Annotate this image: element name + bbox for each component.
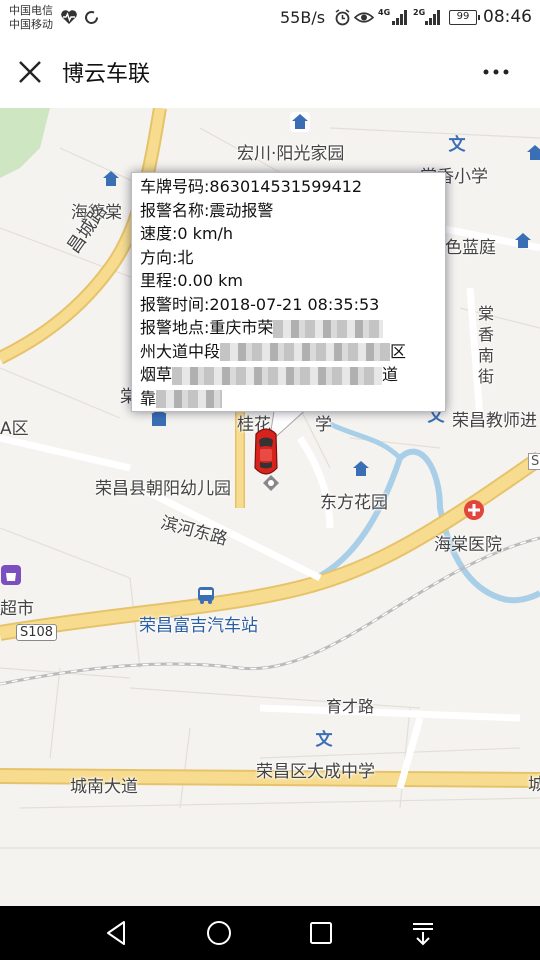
home-poi-icon[interactable] (350, 458, 372, 480)
carrier-1: 中国电信 (9, 4, 53, 17)
svg-text:文: 文 (449, 134, 467, 155)
home-icon[interactable] (204, 918, 234, 948)
row-mileage: 里程:0.00 km (140, 269, 445, 293)
alarm-time-value: 2018-07-21 08:35:53 (209, 294, 380, 314)
address-line-3-end: 道 (382, 365, 399, 384)
map-label-hospital: 海棠医院 (434, 535, 502, 555)
redacted-blur (172, 366, 383, 385)
carrier-2: 中国移动 (9, 18, 53, 31)
map-label-tangxiang-street: 棠香南街 (478, 304, 495, 386)
alarm-clock-icon (335, 9, 350, 26)
mileage-label: 里程: (140, 271, 178, 290)
sync-icon (85, 11, 98, 24)
map-label-xue: 学 (315, 415, 332, 435)
speed-value: 0 km/h (177, 224, 234, 243)
battery-level: 99 (456, 11, 470, 22)
row-address-3: 烟草 道 (140, 363, 445, 387)
map-label-s-right: S (528, 453, 540, 470)
clock: 08:46 (483, 7, 532, 27)
speed-label: 速度: (140, 224, 178, 243)
alarm-time-label: 报警时间: (140, 294, 210, 314)
notification-pull-down-icon[interactable] (408, 918, 438, 948)
map-label-hongchuan: 宏川·阳光家园 (237, 144, 345, 164)
plate-value: 863014531599412 (209, 177, 363, 196)
hospital-poi-icon[interactable] (463, 499, 485, 521)
car-marker-icon[interactable] (250, 424, 282, 480)
map-label-yucai-road: 育才路 (326, 697, 375, 716)
row-alarm-name: 报警名称:震动报警 (140, 199, 445, 223)
address-line-4-start: 靠 (140, 388, 157, 408)
address-line-2-start: 州大道中段 (140, 341, 221, 361)
more-icon[interactable] (478, 62, 514, 82)
system-nav-bar (0, 906, 540, 960)
redacted-blur (156, 390, 223, 408)
shopping-poi-icon[interactable] (0, 564, 22, 586)
network-speed: 55B/s (280, 8, 326, 27)
map-label-dacheng-school: 荣昌区大成中学 (256, 762, 375, 782)
eye-icon (354, 12, 374, 23)
school-poi-icon[interactable]: 文 (446, 133, 468, 155)
alarm-info-popup[interactable]: 车牌号码:863014531599412 报警名称:震动报警 速度:0 km/h… (131, 172, 446, 412)
page-title: 博云车联 (62, 62, 151, 87)
row-alarm-time: 报警时间:2018-07-21 08:35:53 (140, 293, 445, 317)
battery-icon: 99 (449, 10, 480, 25)
row-speed: 速度:0 km/h (140, 222, 445, 246)
road-shield-s108: S108 (16, 624, 58, 641)
alarm-name-value: 震动报警 (209, 200, 274, 220)
close-icon[interactable] (14, 56, 46, 88)
alarm-location-value: 重庆市荣 (209, 318, 274, 337)
map-label-cheng-right: 城 (528, 775, 540, 795)
home-poi-icon[interactable] (289, 111, 311, 133)
map-label-bus-station: 荣昌富吉汽车站 (139, 616, 258, 636)
alarm-location-label: 报警地点: (140, 318, 210, 337)
map-label-kindergarten: 荣昌县朝阳幼儿园 (95, 479, 231, 499)
row-alarm-location: 报警地点:重庆市荣 (140, 316, 445, 340)
map-label-dongfang: 东方花园 (320, 493, 388, 513)
signal-label-1: 4G (378, 8, 391, 17)
carrier-names: 中国电信 中国移动 (9, 4, 53, 32)
mileage-value: 0.00 km (177, 271, 243, 290)
alarm-name-label: 报警名称: (140, 200, 210, 220)
address-line-2-end: 区 (390, 341, 407, 361)
redacted-blur (273, 319, 384, 338)
direction-value: 北 (177, 247, 194, 267)
home-poi-icon[interactable] (512, 230, 534, 252)
row-direction: 方向:北 (140, 246, 445, 270)
heart-monitor-icon (61, 10, 77, 24)
address-line-3-start: 烟草 (140, 365, 173, 384)
map-label-lanting: 色蓝庭 (445, 238, 496, 258)
row-address-2: 州大道中段 区 (140, 340, 445, 364)
row-plate: 车牌号码:863014531599412 (140, 175, 445, 199)
bus-poi-icon[interactable] (195, 584, 217, 606)
plate-label: 车牌号码: (140, 177, 210, 196)
signal-strength-icon-2 (425, 10, 440, 25)
back-icon[interactable] (102, 918, 132, 948)
direction-label: 方向: (140, 247, 178, 267)
status-bar: 中国电信 中国移动 55B/s 4G 2G 99 08:46 (0, 0, 540, 36)
home-poi-icon[interactable] (100, 168, 122, 190)
home-poi-icon[interactable] (524, 142, 540, 164)
signal-strength-icon-1 (392, 10, 407, 25)
row-address-4: 靠 (140, 387, 445, 411)
map-label-supermarket: 超市 (0, 599, 34, 619)
app-header: 博云车联 (0, 36, 540, 108)
redacted-blur (220, 343, 391, 361)
map-label-chengnan-road: 城南大道 (70, 777, 138, 797)
map-label-teacher: 荣昌教师进 (452, 411, 537, 431)
svg-text:文: 文 (316, 729, 334, 750)
recents-icon[interactable] (306, 918, 336, 948)
school-poi-icon[interactable]: 文 (313, 728, 335, 750)
map-label-a-zone: A区 (0, 419, 29, 439)
